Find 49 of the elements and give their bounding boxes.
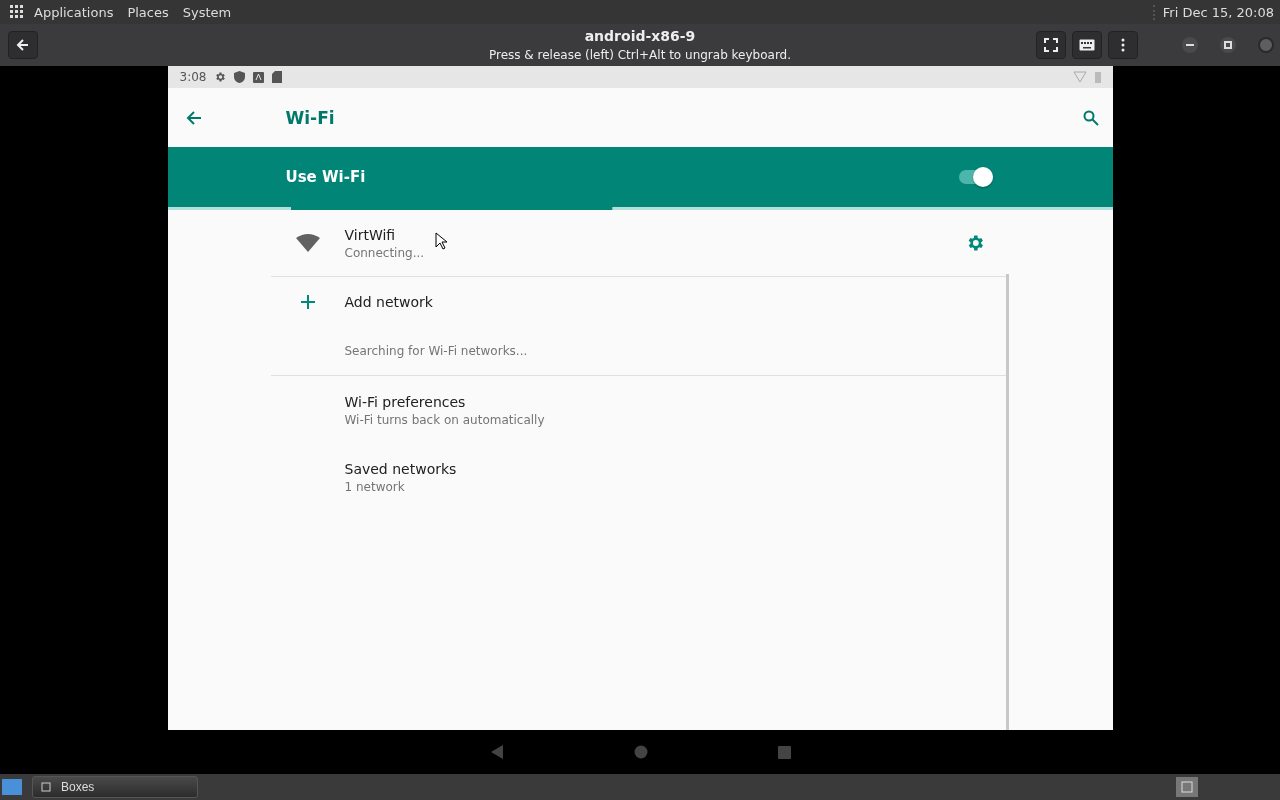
preference-title[interactable]: Saved networks [344, 460, 457, 477]
preference-summary: Wi-Fi turns back on automatically [344, 412, 545, 427]
minimize-icon [1186, 44, 1194, 46]
network-name[interactable]: VirtWifi [344, 226, 425, 243]
close-button[interactable] [1258, 37, 1274, 53]
keyboard-button[interactable] [1072, 31, 1102, 59]
back-arrow-icon[interactable] [185, 109, 202, 126]
window-icon [41, 782, 51, 792]
shield-icon [234, 71, 246, 83]
status-time: 3:08 [179, 70, 207, 84]
preference-title[interactable]: Wi-Fi preferences [344, 393, 545, 410]
searching-message: Searching for Wi-Fi networks... [344, 344, 528, 358]
panel-menu[interactable]: Places [127, 4, 169, 20]
maximize-button[interactable] [1220, 37, 1236, 53]
fullscreen-button[interactable] [1036, 31, 1066, 59]
maximize-icon [1224, 41, 1232, 49]
back-button[interactable] [8, 31, 38, 59]
battery-icon [1094, 71, 1101, 83]
toolbar-title: Wi-Fi [285, 107, 335, 128]
menu-button[interactable] [1108, 31, 1138, 59]
sd-card-icon [272, 71, 283, 83]
back-arrow-icon [16, 38, 30, 52]
wifi-switch[interactable] [958, 170, 993, 184]
clock[interactable]: Fri Dec 15, 20:08 [1152, 4, 1274, 20]
window-title: android-x86-9 [584, 27, 696, 46]
gear-icon [214, 71, 227, 83]
plus-icon[interactable] [300, 295, 315, 309]
recents-nav-icon[interactable] [777, 745, 791, 759]
keyboard-icon [1079, 39, 1095, 51]
back-nav-icon[interactable] [489, 745, 504, 759]
apps-grid-icon[interactable] [10, 5, 24, 19]
home-nav-icon[interactable] [633, 745, 648, 759]
panel-menu[interactable]: Applications [34, 4, 114, 20]
panel-menu[interactable]: System [182, 4, 232, 20]
fullscreen-icon [1044, 38, 1058, 52]
wifi-signal-icon [295, 234, 320, 252]
taskbar-item[interactable]: Boxes [32, 776, 198, 798]
network-status: Connecting... [344, 245, 425, 260]
scrollbar[interactable] [1005, 274, 1009, 730]
mouse-pointer-icon [434, 232, 447, 250]
wifi-status-icon [1072, 71, 1087, 83]
add-network-label[interactable]: Add network [344, 294, 433, 310]
preference-summary: 1 network [344, 479, 406, 494]
switch-label: Use Wi-Fi [285, 168, 366, 186]
window-subtitle: Press & release (left) Ctrl+Alt to ungrab keyboard. [488, 47, 792, 64]
search-icon[interactable] [1082, 109, 1099, 126]
square-icon [253, 71, 265, 83]
menu-icon [1121, 38, 1125, 52]
minimize-button[interactable] [1182, 37, 1198, 53]
